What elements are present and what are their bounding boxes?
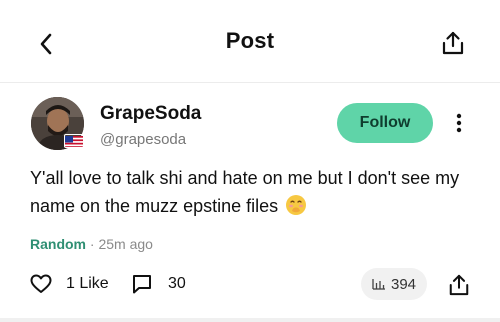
like-count: 1 Like [66, 275, 109, 292]
follow-button[interactable]: Follow [337, 103, 433, 143]
share-button[interactable] [446, 272, 472, 298]
more-vertical-icon [456, 113, 462, 133]
post-time: 25m ago [98, 236, 153, 252]
us-flag-icon [64, 134, 84, 148]
post-meta: Random · 25m ago [30, 236, 153, 252]
share-button-header[interactable] [438, 28, 468, 58]
comment-icon [133, 275, 151, 294]
top-bar: Post [0, 0, 500, 83]
category-tag[interactable]: Random [30, 236, 86, 252]
page-title: Post [225, 28, 275, 53]
post-actions: 1 Like 30 394 [0, 266, 500, 306]
more-options-button[interactable] [449, 110, 469, 136]
post-text: Y'all love to talk shi and hate on me bu… [30, 164, 470, 224]
share-icon [449, 274, 469, 296]
meta-separator: · [89, 236, 95, 252]
author-handle: @grapesoda [100, 131, 187, 148]
views-count: 394 [390, 275, 417, 293]
author-avatar[interactable] [31, 97, 84, 150]
like-button[interactable]: 1 Like [30, 274, 109, 294]
hand-over-mouth-emoji-icon [285, 194, 307, 224]
author-display-name[interactable]: GrapeSoda [100, 103, 201, 125]
bar-chart-icon [372, 279, 385, 290]
post-text-content: Y'all love to talk shi and hate on me bu… [30, 168, 460, 216]
views-button[interactable]: 394 [361, 268, 427, 300]
comment-count: 30 [168, 275, 186, 292]
comment-button[interactable]: 30 [132, 274, 186, 294]
bottom-divider [0, 318, 500, 322]
share-icon [442, 31, 464, 55]
heart-icon [30, 274, 52, 293]
